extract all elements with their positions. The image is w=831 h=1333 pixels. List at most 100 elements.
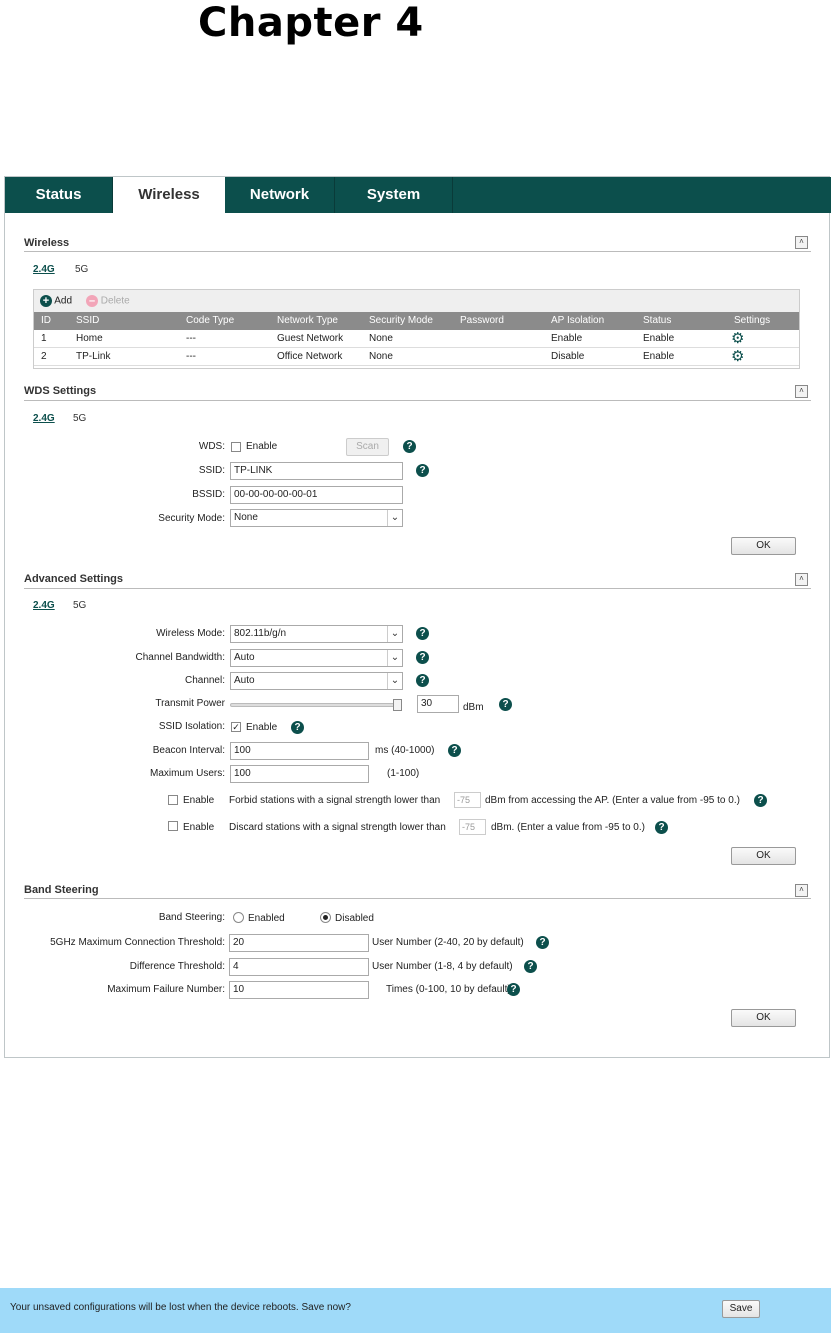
band-steering-enabled-radio[interactable] [233, 912, 244, 923]
beacon-interval-hint: ms (40-1000) [375, 745, 435, 756]
cell-status: Enable [643, 351, 675, 362]
plus-icon: + [40, 295, 52, 307]
forbid-enable-checkbox[interactable] [168, 795, 178, 805]
delete-button[interactable]: – Delete [86, 295, 130, 307]
discard-enable-checkbox[interactable] [168, 821, 178, 831]
max-connection-threshold-input[interactable]: 20 [229, 934, 369, 952]
cell-network: Office Network [277, 351, 343, 362]
cell-network: Guest Network [277, 333, 344, 344]
column-header: AP Isolation [551, 315, 605, 326]
max-failure-number-input[interactable]: 10 [229, 981, 369, 999]
column-header: Settings [734, 315, 771, 326]
band-steering-ok-button[interactable]: OK [731, 1009, 796, 1027]
tab-system[interactable]: System [335, 177, 453, 213]
ssid-isolation-checkbox[interactable]: ✓ [231, 722, 241, 732]
transmit-power-slider[interactable] [230, 703, 402, 707]
bssid-input[interactable]: 00-00-00-00-00-01 [230, 486, 403, 504]
collapse-icon[interactable]: ˄ [795, 573, 808, 586]
help-icon[interactable]: ? [448, 744, 461, 757]
wireless-mode-label: Wireless Mode: [156, 628, 225, 639]
help-icon[interactable]: ? [416, 674, 429, 687]
chevron-down-icon: ⌄ [387, 626, 402, 642]
advanced-ok-button[interactable]: OK [731, 847, 796, 865]
forbid-text: Forbid stations with a signal strength l… [229, 795, 441, 806]
security-mode-select[interactable]: None ⌄ [230, 509, 403, 527]
ssid-table: + Add – Delete ID SSID Code Type Network… [33, 289, 800, 369]
transmit-power-handle[interactable] [393, 699, 402, 711]
help-icon[interactable]: ? [536, 936, 549, 949]
wds-ok-button[interactable]: OK [731, 537, 796, 555]
help-icon[interactable]: ? [416, 464, 429, 477]
chevron-down-icon: ⌄ [387, 650, 402, 666]
ssid-input[interactable]: TP-LINK [230, 462, 403, 480]
maximum-users-hint: (1-100) [387, 768, 420, 779]
save-button[interactable]: Save [722, 1300, 760, 1318]
dbm-unit: dBm [463, 702, 484, 713]
band-tab-5g[interactable]: 5G [73, 600, 86, 611]
help-icon[interactable]: ? [524, 960, 537, 973]
transmit-power-label: Transmit Power [155, 698, 225, 709]
band-steering-disabled-radio[interactable] [320, 912, 331, 923]
scan-button[interactable]: Scan [346, 438, 389, 456]
difference-threshold-input[interactable]: 4 [229, 958, 369, 976]
gear-icon[interactable]: ⚙ [731, 331, 744, 346]
channel-bandwidth-select[interactable]: Auto ⌄ [230, 649, 403, 667]
table-row[interactable]: 2 TP-Link --- Office Network None Disabl… [34, 348, 799, 366]
tab-wireless[interactable]: Wireless [113, 177, 225, 213]
wds-enable-checkbox[interactable] [231, 442, 241, 452]
maximum-users-input[interactable]: 100 [230, 765, 369, 783]
discard-enable-label: Enable [183, 822, 215, 833]
delete-label: Delete [100, 295, 130, 307]
top-nav: Status Wireless Network System [5, 177, 831, 213]
help-icon[interactable]: ? [291, 721, 304, 734]
unsaved-message: Your unsaved configurations will be lost… [10, 1302, 351, 1313]
band-tab-2g[interactable]: 2.4G [33, 600, 55, 611]
band-steering-disabled-label: Disabled [335, 913, 374, 924]
max-connection-threshold-hint: User Number (2-40, 20 by default) [372, 937, 524, 948]
collapse-icon[interactable]: ˄ [795, 385, 808, 398]
help-icon[interactable]: ? [416, 651, 429, 664]
help-icon[interactable]: ? [403, 440, 416, 453]
band-tab-5g[interactable]: 5G [75, 264, 88, 275]
help-icon[interactable]: ? [507, 983, 520, 996]
cell-code: --- [186, 351, 196, 362]
help-icon[interactable]: ? [655, 821, 668, 834]
collapse-icon[interactable]: ˄ [795, 884, 808, 897]
discard-text: Discard stations with a signal strength … [229, 822, 446, 833]
wireless-mode-select[interactable]: 802.11b/g/n ⌄ [230, 625, 403, 643]
add-button[interactable]: + Add [40, 295, 72, 307]
help-icon[interactable]: ? [416, 627, 429, 640]
section-divider [24, 588, 811, 589]
band-steering-enabled-label: Enabled [248, 913, 285, 924]
channel-value: Auto [234, 675, 255, 686]
cell-isolation: Enable [551, 333, 583, 344]
cell-isolation: Disable [551, 351, 585, 362]
max-connection-threshold-label: 5GHz Maximum Connection Threshold: [50, 937, 225, 948]
tab-status[interactable]: Status [5, 177, 113, 213]
gear-icon[interactable]: ⚙ [731, 349, 744, 364]
wds-label: WDS: [198, 441, 225, 452]
band-tab-2g[interactable]: 2.4G [33, 413, 55, 424]
cell-status: Enable [643, 333, 675, 344]
channel-select[interactable]: Auto ⌄ [230, 672, 403, 690]
column-header: Network Type [277, 315, 338, 326]
section-divider [24, 898, 811, 899]
column-header: SSID [76, 315, 100, 326]
discard-text-end: dBm. (Enter a value from -95 to 0.) [491, 822, 645, 833]
transmit-power-input[interactable]: 30 [417, 695, 459, 713]
beacon-interval-input[interactable]: 100 [230, 742, 369, 760]
column-header: Security Mode [369, 315, 433, 326]
collapse-icon[interactable]: ˄ [795, 236, 808, 249]
section-title-advanced: Advanced Settings [24, 573, 124, 585]
discard-threshold-input[interactable]: -75 [459, 819, 486, 835]
table-row[interactable]: 1 Home --- Guest Network None Enable Ena… [34, 330, 799, 348]
band-tab-5g[interactable]: 5G [73, 413, 86, 424]
section-title-band-steering: Band Steering [24, 884, 99, 896]
chapter-heading: Chapter 4 [198, 0, 424, 46]
tab-network[interactable]: Network [225, 177, 335, 213]
forbid-threshold-input[interactable]: -75 [454, 792, 481, 808]
band-tab-2g[interactable]: 2.4G [33, 264, 55, 275]
help-icon[interactable]: ? [499, 698, 512, 711]
max-failure-number-hint: Times (0-100, 10 by default) [386, 984, 511, 995]
help-icon[interactable]: ? [754, 794, 767, 807]
